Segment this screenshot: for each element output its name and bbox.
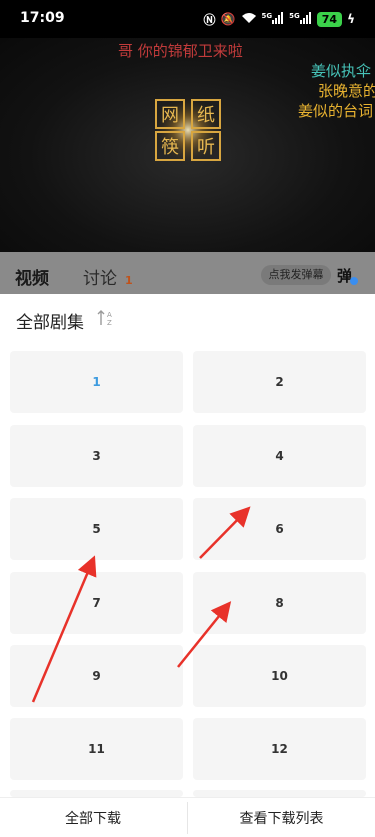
svg-text:网: 网 bbox=[161, 105, 179, 126]
svg-text:筷: 筷 bbox=[161, 137, 179, 158]
episode-item[interactable]: 4 bbox=[193, 425, 366, 487]
tabs-bar: 视频 讨论 1 点我发弹幕 弹 bbox=[0, 252, 375, 294]
danmu-comment: 姜似执伞 bbox=[311, 62, 372, 80]
battery-icon: 74 bbox=[316, 11, 343, 27]
episodes-title: 全部剧集 bbox=[16, 313, 84, 333]
status-bar: 17:09 Ⓝ 🔕 5G 5G 74 ϟ bbox=[0, 0, 375, 38]
episode-item[interactable]: 2 bbox=[193, 351, 366, 413]
tab-discuss[interactable]: 讨论 bbox=[83, 264, 117, 289]
danmu-comment: 姜似的台词 bbox=[298, 102, 374, 120]
discuss-count-badge: 1 bbox=[125, 274, 133, 287]
status-icons: Ⓝ 🔕 5G 5G 74 ϟ bbox=[204, 10, 355, 28]
episode-item[interactable]: 7 bbox=[10, 572, 183, 634]
episode-item[interactable]: 1 bbox=[10, 351, 183, 413]
video-logo: 网 纸 筷 听 bbox=[152, 94, 224, 166]
episode-item[interactable]: 12 bbox=[193, 718, 366, 780]
charging-icon: ϟ bbox=[347, 12, 355, 26]
episode-item[interactable]: 5 bbox=[10, 498, 183, 560]
episode-item[interactable]: 11 bbox=[10, 718, 183, 780]
wifi-icon bbox=[241, 12, 257, 27]
danmu-comment: 哥 你的锦郁卫来啦 bbox=[118, 42, 243, 60]
signal-icon-1: 5G bbox=[262, 11, 285, 27]
episode-item-partial bbox=[10, 790, 183, 797]
status-time: 17:09 bbox=[20, 10, 65, 26]
danmu-input[interactable]: 点我发弹幕 bbox=[261, 265, 331, 285]
danmu-toggle-indicator bbox=[350, 277, 358, 285]
svg-text:听: 听 bbox=[197, 137, 215, 158]
svg-text:纸: 纸 bbox=[197, 105, 215, 126]
episode-item[interactable]: 3 bbox=[10, 425, 183, 487]
episode-item[interactable]: 9 bbox=[10, 645, 183, 707]
download-all-button[interactable]: 全部下载 bbox=[0, 798, 186, 837]
download-list-button[interactable]: 查看下载列表 bbox=[188, 798, 375, 837]
bottom-bar: 全部下载 查看下载列表 bbox=[0, 797, 375, 837]
danmu-comment: 张晚意的 bbox=[318, 82, 375, 100]
nfc-icon: Ⓝ bbox=[203, 12, 216, 27]
tab-video[interactable]: 视频 bbox=[15, 264, 49, 289]
svg-text:Z: Z bbox=[107, 319, 112, 327]
episode-item[interactable]: 10 bbox=[193, 645, 366, 707]
signal-icon-2: 5G bbox=[289, 11, 312, 27]
sort-az-icon[interactable]: A Z bbox=[97, 309, 115, 327]
episode-item[interactable]: 8 bbox=[193, 572, 366, 634]
mute-icon: 🔕 bbox=[220, 12, 236, 26]
episode-item-partial bbox=[193, 790, 366, 797]
svg-text:A: A bbox=[107, 311, 112, 319]
video-player[interactable]: 哥 你的锦郁卫来啦 姜似执伞 张晚意的 姜似的台词 网 纸 筷 听 bbox=[0, 38, 375, 252]
episode-item[interactable]: 6 bbox=[193, 498, 366, 560]
